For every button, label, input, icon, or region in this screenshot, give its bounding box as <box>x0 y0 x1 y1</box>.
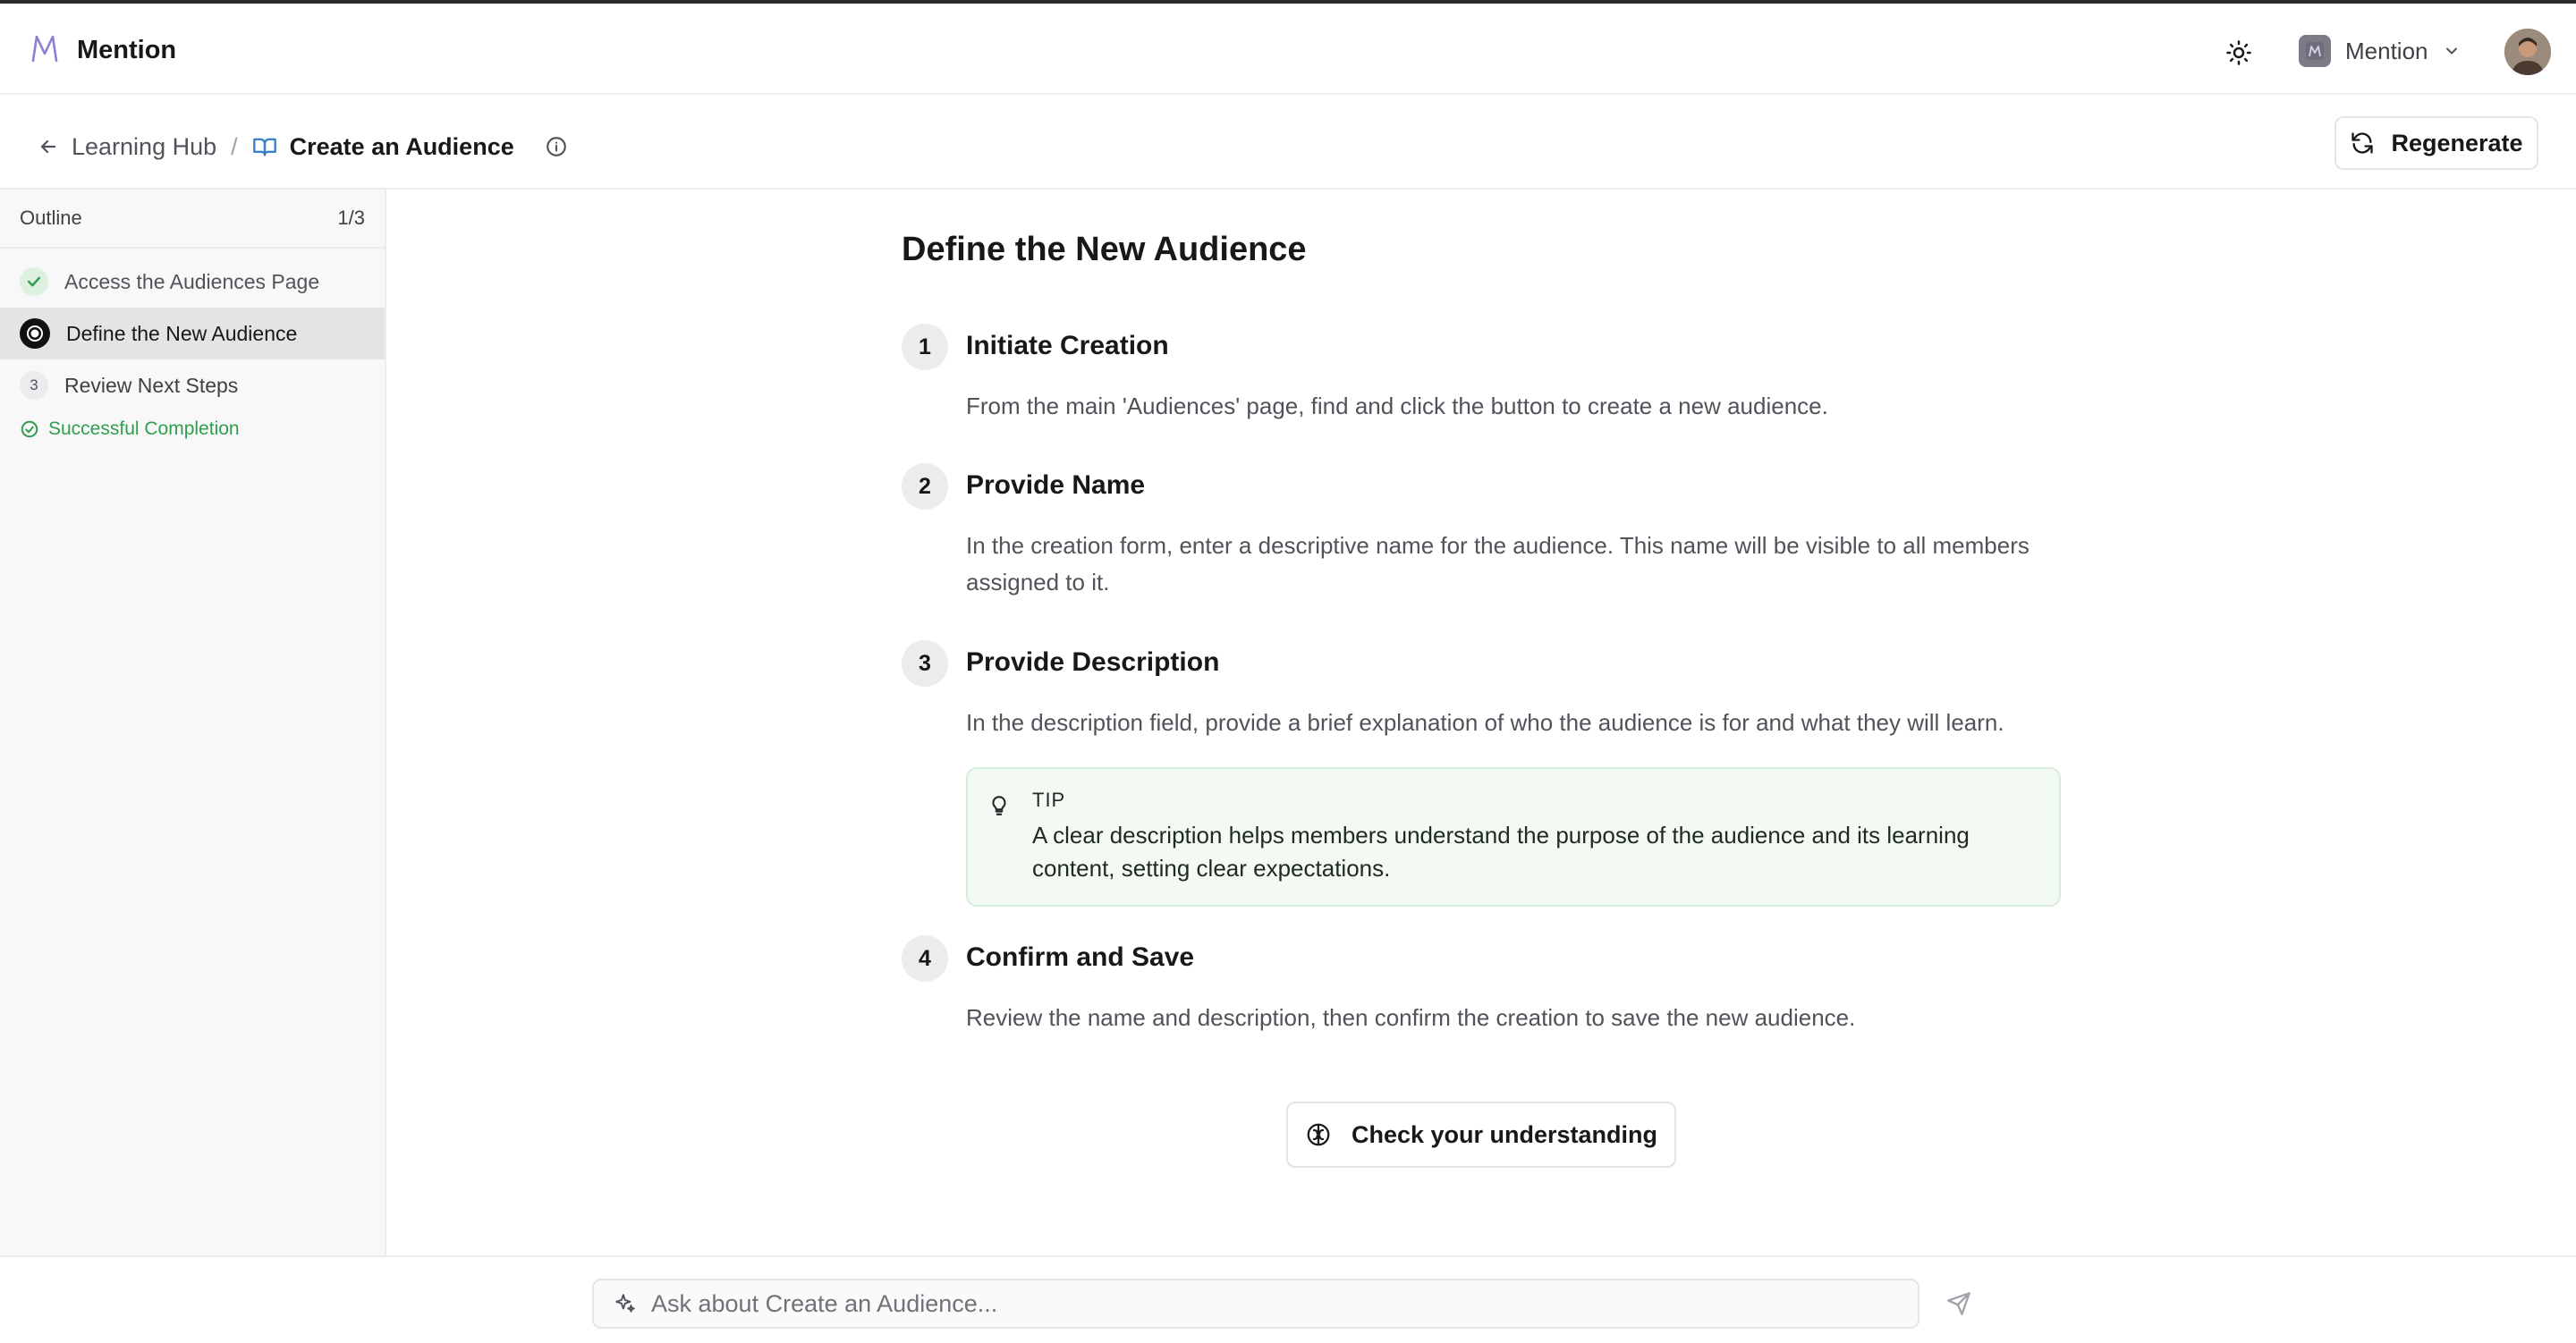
breadcrumb-current: Create an Audience <box>252 133 514 161</box>
ask-input-wrapper[interactable] <box>592 1279 1919 1329</box>
step-body: In the creation form, enter a descriptiv… <box>966 532 2029 595</box>
arrow-left-icon <box>40 139 56 154</box>
app-window: Mention Mention Learning Hub / Create an… <box>0 0 2576 1343</box>
page-header: Learning Hub / Create an Audience Regene… <box>0 97 2576 190</box>
outline-item-access-audiences[interactable]: Access the Audiences Page <box>0 256 385 308</box>
page-title-breadcrumb: Create an Audience <box>289 132 514 160</box>
tip-label: TIP <box>1032 789 1066 811</box>
outline-header: Outline 1/3 <box>0 190 385 249</box>
refresh-icon <box>2351 132 2374 154</box>
step-title: Initiate Creation <box>966 331 1169 360</box>
check-understanding-label: Check your understanding <box>1351 1120 1658 1148</box>
outline-item-label: Access the Audiences Page <box>64 269 320 293</box>
theme-toggle-button[interactable] <box>2220 34 2258 72</box>
sparkles-icon <box>615 1294 635 1313</box>
page-title: Define the New Audience <box>902 231 1307 268</box>
step-number: 1 <box>902 324 948 370</box>
brain-icon <box>1307 1123 1330 1146</box>
outline-sidebar: Outline 1/3 Access the Audiences Page De… <box>0 190 386 1255</box>
send-icon <box>1947 1292 1970 1315</box>
step-number: 3 <box>902 640 948 687</box>
check-understanding-button[interactable]: Check your understanding <box>1286 1102 1676 1168</box>
user-avatar[interactable] <box>2504 29 2551 75</box>
info-button[interactable] <box>545 135 568 158</box>
outline-item-label: Review Next Steps <box>64 373 239 397</box>
outline-progress: 1/3 <box>337 207 365 229</box>
outline-item-completion[interactable]: Successful Completion <box>0 411 385 447</box>
step-title: Provide Name <box>966 470 1146 500</box>
lightbulb-icon <box>992 796 1006 815</box>
step-body: From the main 'Audiences' page, find and… <box>966 393 1828 419</box>
workspace-name: Mention <box>2345 37 2428 64</box>
tip-text: A clear description helps members unders… <box>1032 822 1970 882</box>
sun-icon <box>2226 40 2251 65</box>
outline-heading: Outline <box>20 207 82 229</box>
current-step-icon <box>20 318 50 349</box>
breadcrumb: Learning Hub / Create an Audience <box>38 129 568 165</box>
step-title: Confirm and Save <box>966 942 1195 972</box>
completion-label: Successful Completion <box>48 418 240 439</box>
tip-callout: TIP A clear description helps members un… <box>966 767 2061 907</box>
send-button[interactable] <box>1943 1288 1975 1320</box>
step-number: 4 <box>902 935 948 982</box>
workspace-logo <box>2299 35 2331 67</box>
app-name: Mention <box>77 36 177 64</box>
outline-item-review-next-steps[interactable]: 3 Review Next Steps <box>0 359 385 411</box>
breadcrumb-separator: / <box>231 132 238 160</box>
outline-item-define-audience[interactable]: Define the New Audience <box>0 308 385 359</box>
step-body: In the description field, provide a brie… <box>966 709 2004 736</box>
regenerate-button[interactable]: Regenerate <box>2334 116 2538 170</box>
mention-logo-icon[interactable] <box>29 32 61 64</box>
step-number: 2 <box>902 463 948 510</box>
breadcrumb-back-link[interactable]: Learning Hub <box>38 133 216 161</box>
workspace-switcher[interactable]: Mention <box>2299 30 2461 72</box>
check-circle-icon <box>21 420 38 438</box>
info-icon <box>546 137 566 156</box>
step-title: Provide Description <box>966 647 1220 677</box>
outline-item-label: Define the New Audience <box>66 321 298 345</box>
ask-input[interactable] <box>651 1289 1885 1318</box>
book-open-icon <box>252 138 276 156</box>
breadcrumb-parent: Learning Hub <box>72 132 217 160</box>
check-icon <box>20 267 48 296</box>
top-bar: Mention Mention <box>0 4 2576 95</box>
chevron-down-icon <box>2445 47 2457 55</box>
regenerate-label: Regenerate <box>2391 129 2523 156</box>
ask-bar <box>0 1255 2576 1343</box>
step-number-badge: 3 <box>20 371 48 400</box>
step-body: Review the name and description, then co… <box>966 1004 1856 1031</box>
